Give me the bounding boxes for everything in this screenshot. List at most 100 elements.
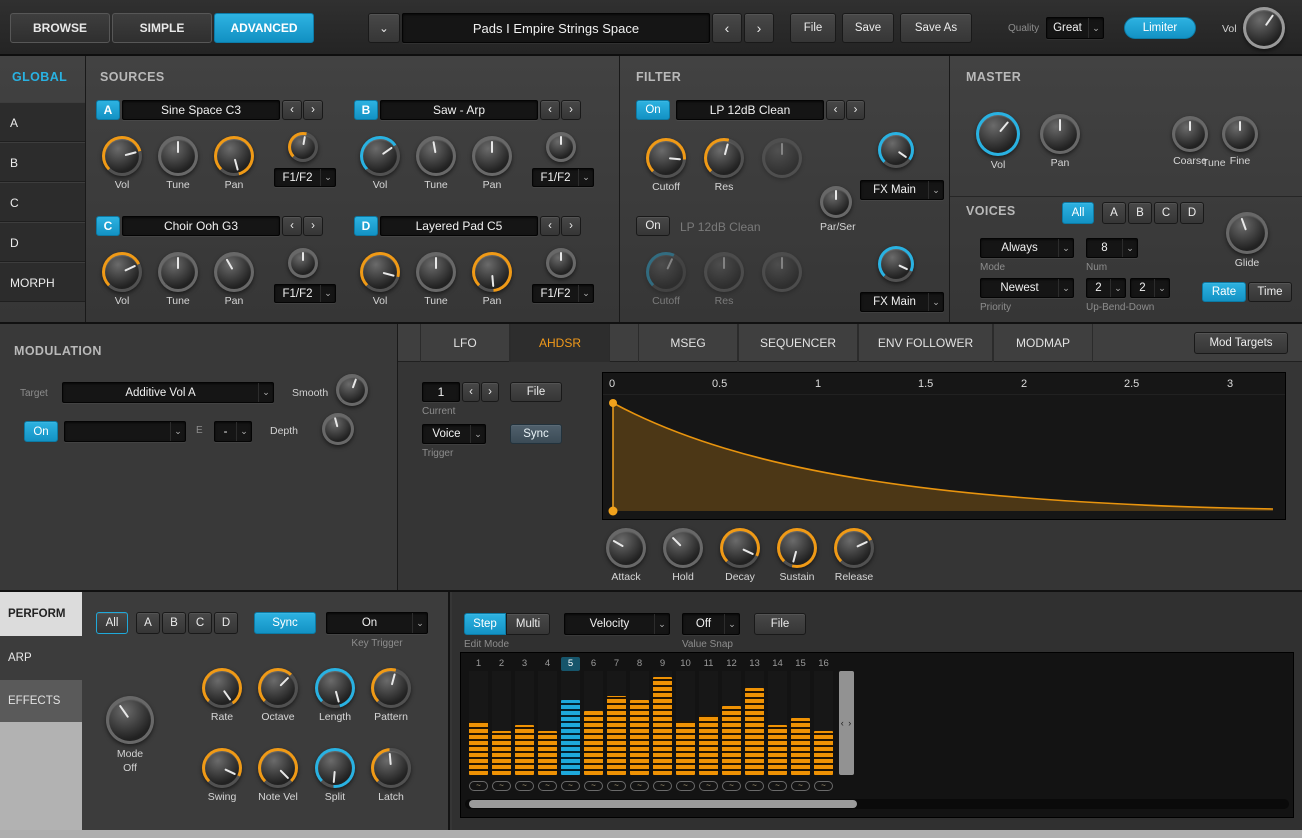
source-b-badge[interactable]: B	[354, 100, 378, 120]
step-bar-track[interactable]	[630, 671, 649, 775]
filter1-type-field[interactable]: LP 12dB Clean	[676, 100, 824, 120]
step-column-10[interactable]: 10	[676, 657, 695, 775]
step-bar-track[interactable]	[584, 671, 603, 775]
preset-next-button[interactable]: ›	[744, 13, 774, 43]
bend-up-select[interactable]: 2⌄	[1086, 278, 1126, 298]
tie-toggle[interactable]: ~	[699, 781, 718, 791]
preset-name-field[interactable]: Pads I Empire Strings Space	[402, 13, 710, 43]
filter1-route-select[interactable]: FX Main⌄	[860, 180, 944, 200]
source-d-routing-select[interactable]: F1/F2⌄	[532, 284, 594, 303]
source-a-routing-select[interactable]: F1/F2⌄	[274, 168, 336, 187]
step-bar[interactable]	[768, 725, 787, 775]
tie-toggle[interactable]: ~	[561, 781, 580, 791]
arp-mode-knob[interactable]	[106, 696, 154, 744]
arp-octave-knob[interactable]: Octave	[258, 668, 298, 723]
voices-mode-select[interactable]: Always⌄	[980, 238, 1074, 258]
step-bar[interactable]	[515, 725, 534, 775]
tab-lfo[interactable]: LFO	[420, 324, 510, 362]
arp-group-a-button[interactable]: A	[136, 612, 160, 634]
step-column-11[interactable]: 11	[699, 657, 718, 775]
arp-group-c-button[interactable]: C	[188, 612, 212, 634]
glide-knob[interactable]: Glide	[1226, 212, 1268, 269]
filter1-on-button[interactable]: On	[636, 100, 670, 120]
tie-toggle[interactable]: ~	[584, 781, 603, 791]
tab-modmap[interactable]: MODMAP	[993, 324, 1093, 362]
source-b-name-field[interactable]: Saw - Arp	[380, 100, 538, 120]
source-c-filter-mix-knob[interactable]	[288, 248, 318, 278]
smooth-knob[interactable]	[336, 374, 368, 406]
step-column-5[interactable]: 5	[561, 657, 580, 775]
step-bar-track[interactable]	[745, 671, 764, 775]
step-bar-track[interactable]	[492, 671, 511, 775]
source-a-prev-button[interactable]: ‹	[282, 100, 302, 120]
envelope-next-button[interactable]: ›	[481, 382, 499, 402]
filter1-drive-knob[interactable]	[762, 138, 802, 178]
seq-scrollbar[interactable]	[465, 799, 1289, 809]
step-bar-track[interactable]	[814, 671, 833, 775]
source-a-filter-mix-knob[interactable]	[288, 132, 318, 162]
step-bar[interactable]	[584, 711, 603, 775]
file-button[interactable]: File	[790, 13, 836, 43]
filter2-route-select[interactable]: FX Main⌄	[860, 292, 944, 312]
step-bar[interactable]	[814, 731, 833, 775]
tab-mseg[interactable]: MSEG	[638, 324, 738, 362]
edit-mode-multi-button[interactable]: Multi	[506, 613, 550, 635]
source-d-prev-button[interactable]: ‹	[540, 216, 560, 236]
step-bar-track[interactable]	[538, 671, 557, 775]
trigger-select[interactable]: Voice⌄	[422, 424, 486, 444]
source-a-badge[interactable]: A	[96, 100, 120, 120]
quality-select[interactable]: Great⌄	[1046, 17, 1104, 39]
limiter-button[interactable]: Limiter	[1124, 17, 1196, 39]
tab-perform[interactable]: PERFORM	[0, 592, 82, 636]
source-c-name-field[interactable]: Choir Ooh G3	[122, 216, 280, 236]
tab-env-follower[interactable]: ENV FOLLOWER	[858, 324, 993, 362]
source-a-tune-knob[interactable]: Tune	[158, 136, 198, 191]
arp-note-vel-knob[interactable]: Note Vel	[258, 748, 298, 803]
arp-rate-knob[interactable]: Rate	[202, 668, 242, 723]
source-d-pan-knob[interactable]: Pan	[472, 252, 512, 307]
step-bar-track[interactable]	[676, 671, 695, 775]
voices-group-d-button[interactable]: D	[1180, 202, 1204, 224]
seq-param-select[interactable]: Velocity⌄	[564, 613, 670, 635]
filter1-prev-button[interactable]: ‹	[826, 100, 845, 120]
step-bar[interactable]	[561, 700, 580, 775]
tab-ahdsr[interactable]: AHDSR	[510, 324, 610, 362]
voices-group-b-button[interactable]: B	[1128, 202, 1152, 224]
envelope-number-field[interactable]: 1	[422, 382, 460, 402]
seq-file-button[interactable]: File	[754, 613, 806, 635]
voices-group-c-button[interactable]: C	[1154, 202, 1178, 224]
preset-prev-button[interactable]: ‹	[712, 13, 742, 43]
global-tab-c[interactable]: C	[0, 182, 85, 222]
source-b-pan-knob[interactable]: Pan	[472, 136, 512, 191]
filter2-output-knob[interactable]	[878, 246, 914, 282]
tie-toggle[interactable]: ~	[745, 781, 764, 791]
mod-targets-button[interactable]: Mod Targets	[1194, 332, 1288, 354]
source-d-tune-knob[interactable]: Tune	[416, 252, 456, 307]
arp-length-knob[interactable]: Length	[315, 668, 355, 723]
filter2-res-knob[interactable]: Res	[704, 252, 744, 307]
source-c-next-button[interactable]: ›	[303, 216, 323, 236]
filter1-res-knob[interactable]: Res	[704, 138, 744, 193]
source-c-routing-select[interactable]: F1/F2⌄	[274, 284, 336, 303]
global-tab-a[interactable]: A	[0, 102, 85, 142]
master-pan-knob[interactable]: Pan	[1040, 114, 1080, 169]
envelope-sync-button[interactable]: Sync	[510, 424, 562, 444]
voices-group-a-button[interactable]: A	[1102, 202, 1126, 224]
global-tab-b[interactable]: B	[0, 142, 85, 182]
bend-down-select[interactable]: 2⌄	[1130, 278, 1170, 298]
browse-button[interactable]: BROWSE	[10, 13, 110, 43]
filter1-output-knob[interactable]	[878, 132, 914, 168]
save-button[interactable]: Save	[842, 13, 894, 43]
seq-scrollbar-thumb[interactable]	[469, 800, 857, 808]
global-tab-morph[interactable]: MORPH	[0, 262, 85, 302]
step-bar[interactable]	[492, 731, 511, 775]
filter1-cutoff-knob[interactable]: Cutoff	[646, 138, 686, 193]
tie-toggle[interactable]: ~	[469, 781, 488, 791]
arp-pattern-knob[interactable]: Pattern	[371, 668, 411, 723]
source-d-filter-mix-knob[interactable]	[546, 248, 576, 278]
mod-slot-on-button[interactable]: On	[24, 421, 58, 442]
step-column-1[interactable]: 1	[469, 657, 488, 775]
step-bar-track[interactable]	[607, 671, 626, 775]
tie-toggle[interactable]: ~	[607, 781, 626, 791]
source-c-pan-knob[interactable]: Pan	[214, 252, 254, 307]
